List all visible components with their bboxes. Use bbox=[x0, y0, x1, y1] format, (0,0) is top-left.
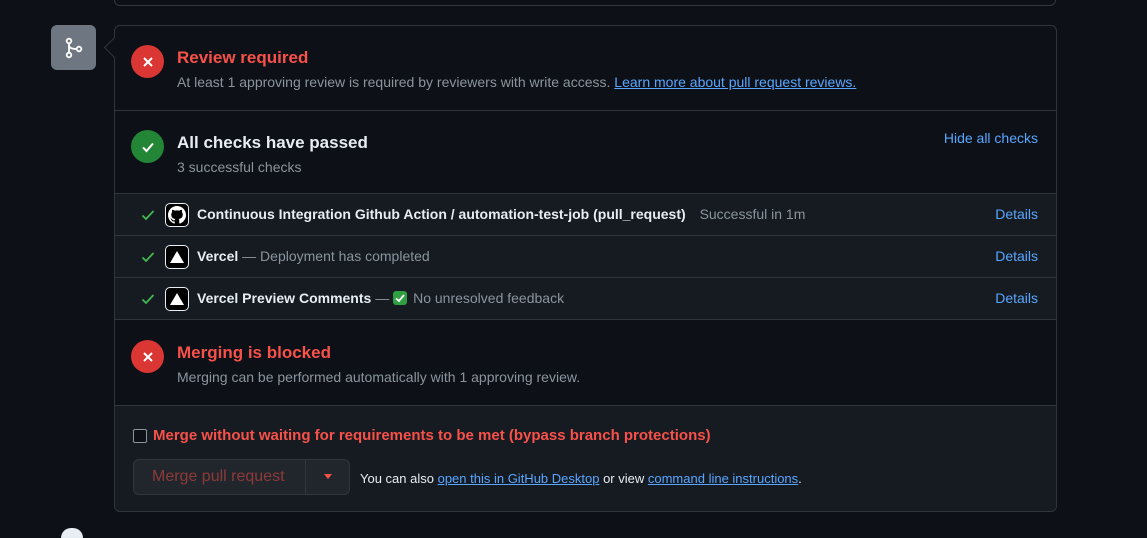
check-icon bbox=[141, 294, 155, 305]
merge-method-dropdown[interactable] bbox=[306, 460, 349, 494]
merge-pull-request-button[interactable]: Merge pull request bbox=[134, 460, 306, 494]
or-view-text: or view bbox=[599, 471, 648, 486]
suffix-text: . bbox=[798, 471, 802, 486]
check-circle-icon bbox=[131, 130, 164, 163]
review-required-section: Review required At least 1 approving rev… bbox=[115, 26, 1056, 110]
check-row: Vercel Preview Comments — No unresolved … bbox=[115, 277, 1056, 319]
github-desktop-link[interactable]: open this in GitHub Desktop bbox=[438, 471, 600, 486]
review-required-text: At least 1 approving review is required … bbox=[177, 74, 856, 90]
previous-timeline-card bbox=[114, 0, 1056, 6]
review-required-description: At least 1 approving review is required … bbox=[177, 74, 611, 90]
checkbox-checked-icon bbox=[393, 291, 408, 305]
git-branch-icon bbox=[65, 37, 82, 58]
check-icon bbox=[141, 210, 155, 221]
checks-subtitle: 3 successful checks bbox=[177, 159, 302, 175]
learn-more-link[interactable]: Learn more about pull request reviews. bbox=[614, 74, 856, 90]
github-icon bbox=[165, 203, 189, 227]
review-required-title: Review required bbox=[177, 48, 309, 67]
check-text: Vercel Preview Comments — No unresolved … bbox=[197, 290, 564, 306]
check-text: Vercel — Deployment has completed bbox=[197, 248, 430, 264]
check-name: Vercel bbox=[197, 248, 239, 264]
check-separator: — bbox=[371, 290, 394, 306]
check-separator: — bbox=[238, 248, 261, 264]
check-name: Vercel Preview Comments bbox=[197, 290, 372, 306]
bypass-option: Merge without waiting for requirements t… bbox=[133, 427, 711, 444]
checks-title: All checks have passed bbox=[177, 133, 368, 152]
merging-blocked-title: Merging is blocked bbox=[177, 343, 331, 362]
merging-blocked-text: Merging can be performed automatically w… bbox=[177, 369, 581, 385]
hide-all-checks-link[interactable]: Hide all checks bbox=[944, 130, 1038, 146]
merging-blocked-section: Merging is blocked Merging can be perfor… bbox=[115, 319, 1056, 405]
check-icon bbox=[141, 252, 155, 263]
vercel-icon bbox=[165, 287, 189, 311]
merge-alternatives-text: You can also open this in GitHub Desktop… bbox=[360, 471, 802, 486]
check-description: Successful in 1m bbox=[699, 206, 806, 222]
check-description: Deployment has completed bbox=[260, 248, 430, 264]
checks-section: All checks have passed 3 successful chec… bbox=[115, 110, 1056, 194]
check-text: Continuous Integration Github Action / a… bbox=[197, 206, 805, 222]
triangle-down-icon bbox=[323, 474, 332, 479]
x-circle-icon bbox=[131, 45, 164, 78]
check-details-link[interactable]: Details bbox=[995, 290, 1038, 306]
check-details-link[interactable]: Details bbox=[995, 248, 1038, 264]
check-description: No unresolved feedback bbox=[413, 290, 565, 306]
bypass-checkbox[interactable] bbox=[133, 428, 147, 443]
next-timeline-avatar bbox=[61, 528, 83, 538]
merge-button-group: Merge pull request bbox=[133, 459, 350, 495]
check-name: Continuous Integration Github Action / a… bbox=[197, 206, 686, 222]
git-merge-icon-box bbox=[51, 25, 96, 70]
bypass-label[interactable]: Merge without waiting for requirements t… bbox=[153, 427, 711, 444]
check-row: Vercel — Deployment has completed Detail… bbox=[115, 235, 1056, 277]
command-line-link[interactable]: command line instructions bbox=[648, 471, 798, 486]
merge-box: Review required At least 1 approving rev… bbox=[114, 25, 1057, 512]
x-circle-icon bbox=[131, 340, 164, 373]
check-row: Continuous Integration Github Action / a… bbox=[115, 193, 1056, 235]
merge-actions: Merge without waiting for requirements t… bbox=[115, 405, 1056, 511]
vercel-icon bbox=[165, 245, 189, 269]
also-prefix: You can also bbox=[360, 471, 438, 486]
check-details-link[interactable]: Details bbox=[995, 206, 1038, 222]
